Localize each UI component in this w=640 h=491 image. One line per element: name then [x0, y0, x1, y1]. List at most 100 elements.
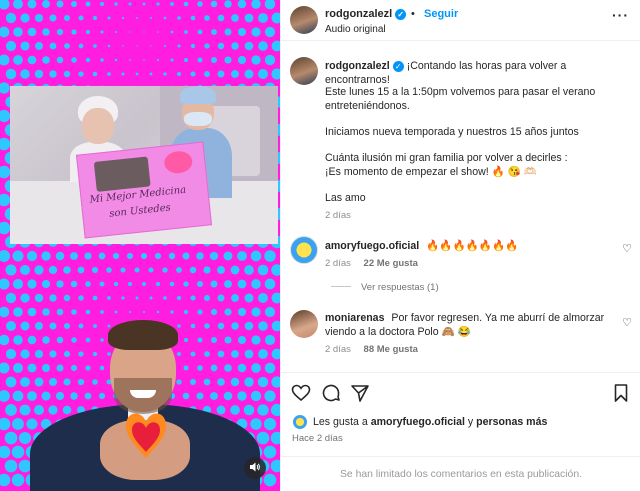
comment-likes[interactable]: 88 Me gusta [364, 344, 418, 355]
halftone-dot [184, 58, 188, 62]
halftone-dot [0, 278, 10, 290]
halftone-dot [48, 265, 58, 275]
halftone-dot [163, 16, 167, 20]
comment-username[interactable]: moniarenas [325, 312, 384, 324]
halftone-dot [237, 307, 247, 317]
halftone-dot [42, 0, 50, 8]
comment-time[interactable]: 2 días [325, 258, 351, 269]
share-send-icon[interactable] [350, 383, 370, 403]
halftone-dot [78, 43, 84, 49]
halftone-dot [184, 30, 188, 34]
halftone-dot [0, 334, 10, 346]
halftone-dot [49, 70, 57, 78]
more-options-icon[interactable]: ··· [612, 7, 629, 23]
halftone-dot [190, 43, 196, 49]
halftone-dot [135, 72, 139, 76]
halftone-dot [100, 30, 104, 34]
author-avatar[interactable] [290, 6, 318, 34]
halftone-dot [204, 295, 210, 301]
halftone-dot [13, 27, 23, 37]
halftone-dot [35, 42, 43, 50]
caption-username[interactable]: rodgonzalezl [325, 60, 390, 72]
halftone-dot [264, 250, 276, 262]
likes-others[interactable]: personas más [476, 416, 547, 428]
halftone-dot [271, 292, 280, 304]
halftone-dot [20, 349, 30, 359]
halftone-dot [163, 296, 167, 300]
like-comment-heart-icon[interactable]: ♡ [622, 316, 632, 329]
halftone-dot [270, 403, 280, 417]
halftone-dot [224, 0, 232, 8]
save-bookmark-icon[interactable] [611, 383, 631, 403]
halftone-dot [13, 363, 23, 373]
comment-username[interactable]: amoryfuego.oficial [325, 240, 419, 252]
halftone-dot [196, 280, 204, 288]
halftone-dot [113, 281, 119, 287]
man-smile [130, 390, 156, 398]
halftone-dot [34, 265, 44, 275]
post-actions: Les gusta a amoryfuego.oficial y persona… [281, 372, 640, 454]
comment-time[interactable]: 2 días [325, 344, 351, 355]
halftone-dot [157, 31, 159, 33]
halftone-dot [150, 17, 152, 19]
liker-avatar[interactable] [292, 414, 308, 430]
halftone-dot [114, 58, 118, 62]
halftone-dot [100, 310, 104, 314]
halftone-dot [64, 43, 70, 49]
halftone-dot [210, 0, 218, 8]
likes-user[interactable]: amoryfuego.oficial [371, 416, 465, 428]
comment-bubble-icon[interactable] [321, 383, 341, 403]
halftone-dot [27, 55, 37, 65]
view-replies-button[interactable]: Ver respuestas (1) [331, 282, 439, 293]
halftone-dot [0, 306, 10, 318]
mute-toggle-button[interactable] [244, 457, 266, 479]
halftone-dot [55, 251, 65, 261]
comment-avatar[interactable] [290, 310, 318, 338]
like-heart-icon[interactable] [291, 383, 311, 403]
halftone-dot [135, 296, 139, 300]
halftone-dot [49, 42, 57, 50]
halftone-dot [156, 310, 160, 314]
like-comment-heart-icon[interactable]: ♡ [622, 242, 632, 255]
halftone-dot [84, 252, 92, 260]
halftone-dot [5, 292, 17, 304]
view-replies-label[interactable]: Ver respuestas (1) [361, 282, 439, 293]
halftone-dot [203, 266, 211, 274]
halftone-dot [26, 250, 38, 262]
author-username[interactable]: rodgonzalezl ✓ [325, 8, 407, 20]
halftone-dot [257, 264, 269, 276]
halftone-dot [176, 71, 182, 77]
halftone-dot [71, 57, 77, 63]
halftone-dot [92, 295, 98, 301]
host-man-making-heart [30, 320, 270, 491]
halftone-dot [176, 267, 182, 273]
follow-button[interactable]: Seguir [424, 8, 458, 20]
comment-avatar[interactable] [290, 236, 318, 264]
post-age[interactable]: Hace 2 días [292, 433, 343, 444]
halftone-dot [107, 16, 111, 20]
post-media[interactable]: Mi Mejor Medicina son Ustedes [0, 0, 280, 491]
audio-label[interactable]: Audio original [325, 24, 386, 35]
halftone-dot [210, 280, 218, 288]
halftone-dot [11, 473, 25, 487]
halftone-dot [5, 376, 17, 388]
halftone-dot [56, 28, 64, 36]
halftone-dot [20, 293, 30, 303]
halftone-dot [237, 27, 247, 37]
author-username-text[interactable]: rodgonzalezl [325, 8, 392, 20]
halftone-dot [271, 40, 280, 52]
caption-time[interactable]: 2 días [325, 210, 351, 221]
halftone-dot [27, 279, 37, 289]
halftone-dot [56, 308, 64, 316]
halftone-dot [170, 310, 174, 314]
comment-likes[interactable]: 22 Me gusta [364, 258, 418, 269]
halftone-dot [92, 71, 98, 77]
halftone-dot [251, 27, 261, 37]
caption-avatar[interactable] [290, 57, 318, 85]
halftone-dot [183, 1, 189, 7]
halftone-dot [136, 45, 138, 47]
halftone-dot [71, 29, 77, 35]
caption-line-1: rodgonzalezl ✓ ¡Contando las horas para v… [325, 59, 631, 87]
hospital-photo: Mi Mejor Medicina son Ustedes [10, 86, 278, 244]
halftone-dot [197, 57, 203, 63]
